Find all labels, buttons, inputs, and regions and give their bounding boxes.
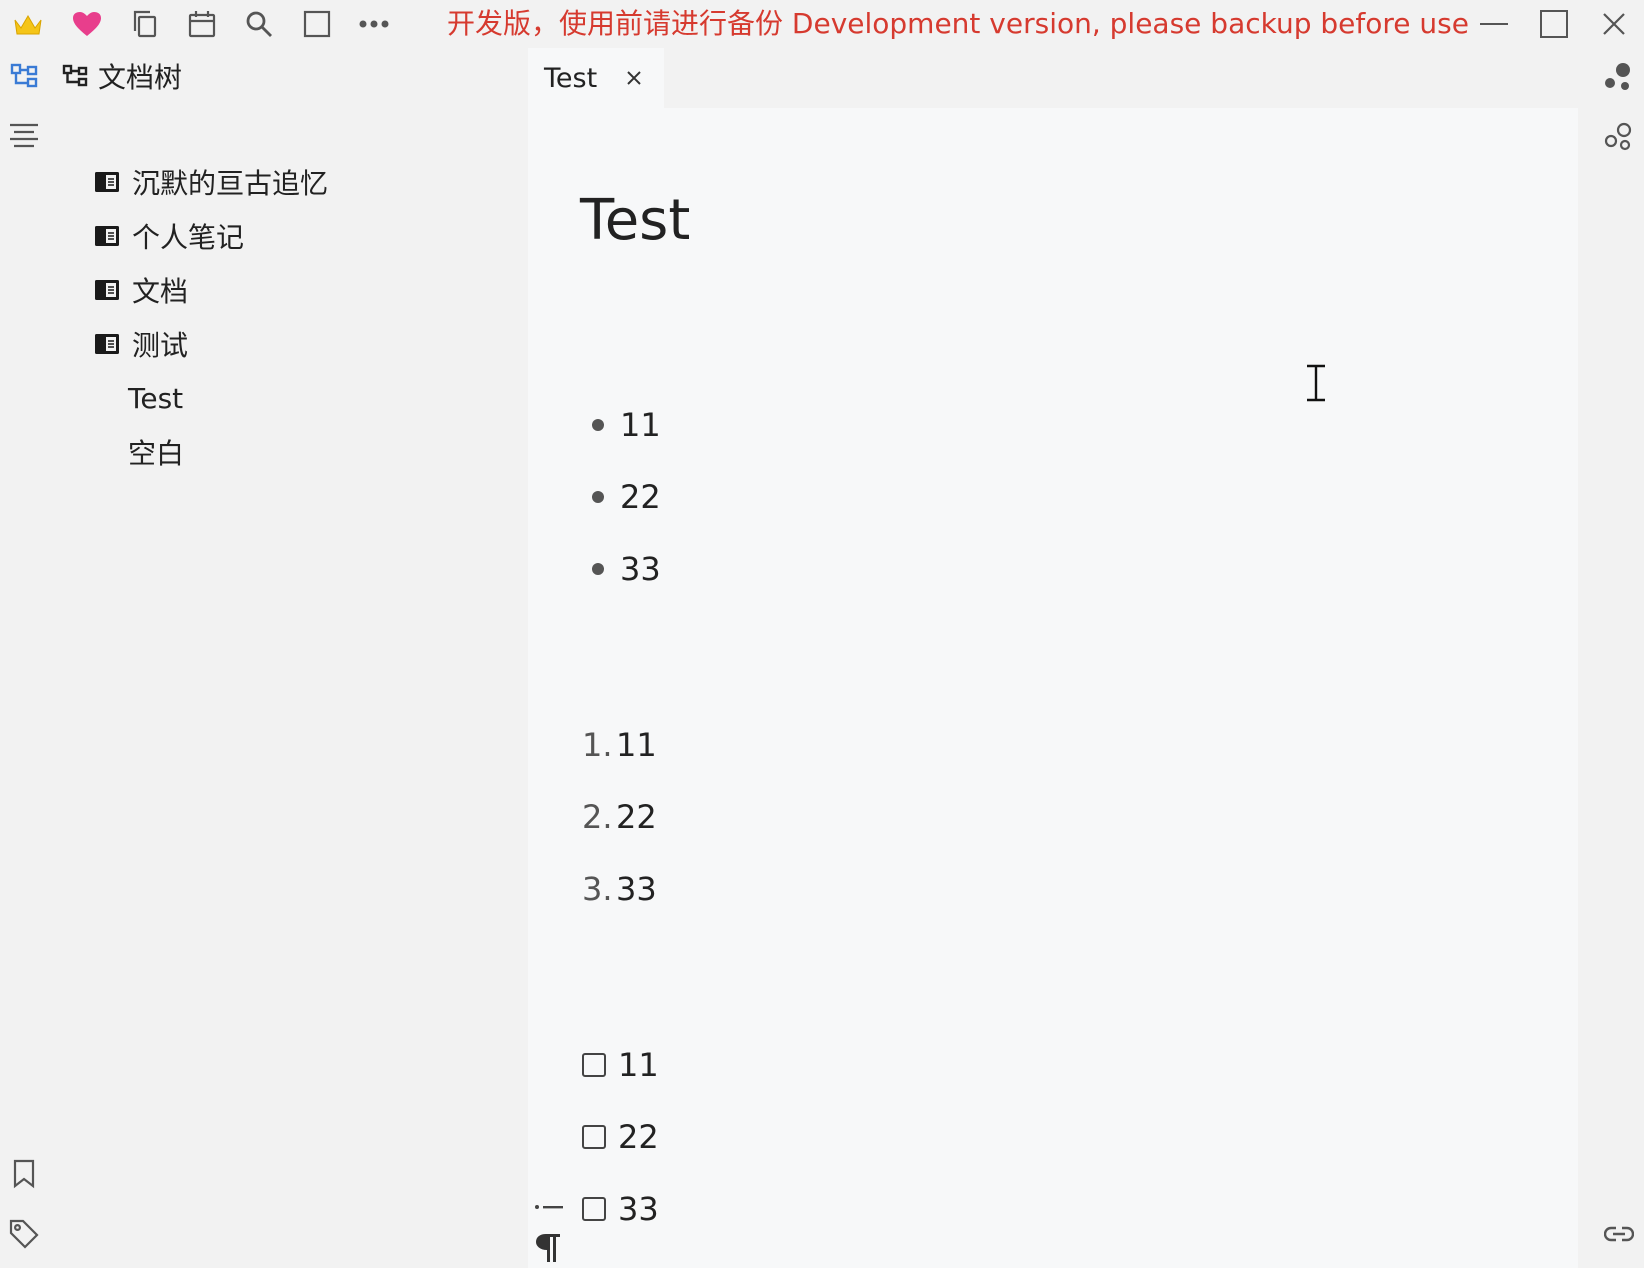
ordered-list-item[interactable]: 2. 22 [582,792,657,842]
crown-icon[interactable] [10,6,46,42]
bullet-marker [592,419,604,431]
document-title[interactable]: Test [580,188,690,253]
tab-bar: Test [528,48,1594,108]
tree-item-label: 沉默的亘古追忆 [132,167,329,200]
ordered-list-item[interactable]: 1. 11 [582,720,657,770]
task-list-item[interactable]: 22 [582,1112,659,1162]
task-checkbox[interactable] [582,1197,606,1221]
tree-icon [62,64,88,87]
ordered-list-item[interactable]: 3. 33 [582,864,657,914]
text-cursor-icon [1304,364,1328,402]
list-item-text: 22 [620,478,661,516]
task-checkbox[interactable] [582,1125,606,1149]
tab-label: Test [544,62,598,94]
tree-item-label: 个人笔记 [132,221,245,254]
file-tree-icon[interactable] [6,58,42,94]
heart-icon[interactable] [69,6,105,42]
tree-item-notebook[interactable]: 沉默的亘古追忆 [94,160,328,204]
graph-icon[interactable] [1601,58,1637,94]
ordered-list-marker: 1. [582,726,613,764]
tree-item-notebook[interactable]: 个人笔记 [94,214,244,258]
ordered-list-marker: 3. [582,870,613,908]
tree-item-label: 文档 [132,275,189,308]
dev-version-warning: 开发版，使用前请进行备份 Development version, please… [447,7,1469,40]
list-item-text: 22 [618,1118,659,1156]
notebook-icon [95,172,119,192]
list-item-text: 33 [620,550,661,588]
tree-item-doc[interactable]: Test [128,376,183,420]
file-tree-header: 文档树 [62,58,182,94]
list-item-text: 33 [618,1190,659,1228]
list-item[interactable]: 11 [582,400,661,450]
tree-item-label: 空白 [128,437,185,470]
ordered-list-marker: 2. [582,798,613,836]
left-dock [0,48,48,1268]
notebook-icon [95,226,119,246]
more-icon[interactable] [356,6,392,42]
notebook-icon [95,280,119,300]
list-item-text: 11 [618,1046,659,1084]
task-list-item[interactable]: 11 [582,1040,659,1090]
paragraph-icon[interactable] [534,1232,562,1262]
list-item-text: 11 [620,406,661,444]
right-dock [1594,48,1644,1268]
copy-icon[interactable] [127,6,163,42]
notebook-icon [95,334,119,354]
task-list-item[interactable]: 33 [582,1184,659,1234]
list-item[interactable]: 33 [582,544,661,594]
tree-item-label: Test [128,381,184,415]
bullet-marker [592,491,604,503]
block-list-icon[interactable] [534,1201,564,1213]
task-checkbox[interactable] [582,1053,606,1077]
search-icon[interactable] [241,6,277,42]
minimize-icon[interactable] [1472,4,1516,44]
file-tree-title: 文档树 [98,61,183,94]
tab-test[interactable]: Test [528,48,664,108]
list-item-text: 22 [616,798,657,836]
close-window-icon[interactable] [1592,4,1636,44]
list-item-text: 33 [616,870,657,908]
outline-icon[interactable] [6,118,42,154]
tree-item-label: 测试 [132,329,189,362]
tree-item-notebook[interactable]: 文档 [94,268,188,312]
bookmark-icon[interactable] [6,1156,42,1192]
tree-item-doc[interactable]: 空白 [128,430,184,474]
global-graph-icon[interactable] [1601,118,1637,154]
backlink-icon[interactable] [1601,1216,1637,1252]
bullet-marker [592,563,604,575]
close-icon[interactable] [624,68,644,88]
calendar-icon[interactable] [184,6,220,42]
list-item-text: 11 [616,726,657,764]
maximize-icon[interactable] [1532,4,1576,44]
list-item[interactable]: 22 [582,472,661,522]
file-tree-panel: 文档树 沉默的亘古追忆 个人笔记 文档 测试 Test 空白 [48,48,528,1268]
editor[interactable]: Test 11 22 33 1. 11 2. 22 3. 33 11 22 33 [528,108,1578,1268]
tag-icon[interactable] [6,1216,42,1252]
title-bar: 开发版，使用前请进行备份 Development version, please… [0,0,1644,48]
tree-item-notebook[interactable]: 测试 [94,322,188,366]
square-icon[interactable] [299,6,335,42]
